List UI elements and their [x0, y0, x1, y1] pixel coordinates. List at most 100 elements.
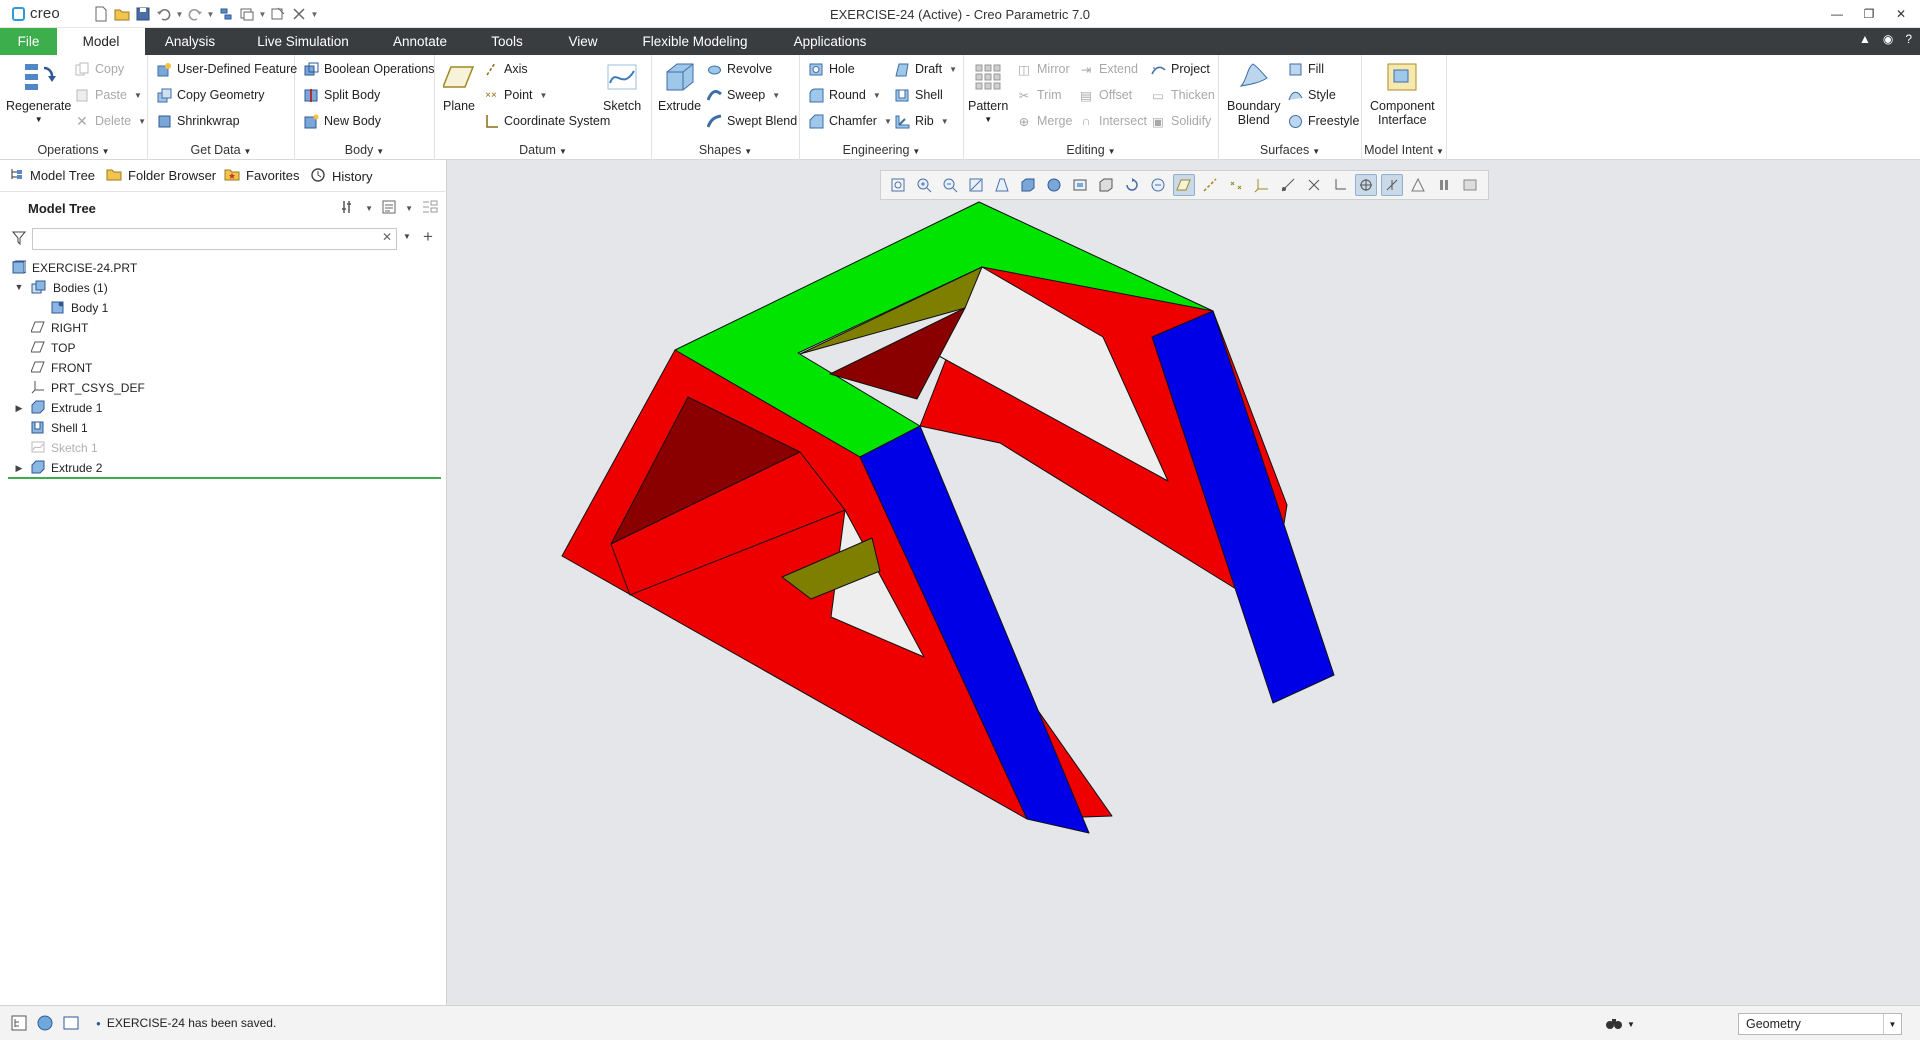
new-body-button[interactable]: New Body [303, 111, 381, 131]
nav-tab-folder-browser[interactable]: Folder Browser [106, 167, 216, 184]
get-data-group-label[interactable]: Get Data ▼ [148, 143, 294, 157]
freestyle-button[interactable]: Freestyle [1287, 111, 1359, 131]
sweep-button[interactable]: Sweep ▼ [706, 85, 780, 105]
paste-button[interactable]: Paste ▼ [74, 85, 142, 105]
search-commands-icon[interactable]: ◉ [1883, 32, 1893, 46]
expand-extrude-2-icon[interactable]: ▶ [14, 463, 24, 473]
windows-dropdown-icon[interactable]: ▼ [259, 5, 267, 23]
redo-dropdown-icon[interactable]: ▼ [207, 5, 215, 23]
plane-button[interactable]: Plane [441, 59, 477, 113]
surfaces-group-label[interactable]: Surfaces ▼ [1219, 143, 1361, 157]
nav-tab-favorites[interactable]: Favorites [224, 167, 299, 184]
tree-item-sketch-1[interactable]: Sketch 1 [31, 438, 98, 458]
chamfer-button[interactable]: Chamfer ▼ [808, 111, 892, 131]
tree-item-bodies[interactable]: Bodies (1) [31, 278, 108, 298]
undo-icon[interactable] [155, 5, 173, 23]
tree-item-shell-1[interactable]: Shell 1 [31, 418, 88, 438]
tree-item-extrude-2[interactable]: Extrude 2 [31, 458, 102, 478]
coordinate-system-button[interactable]: Coordinate System [483, 111, 610, 131]
csys-tag-icon[interactable] [1329, 174, 1351, 196]
minimize-ribbon-icon[interactable]: ▲ [1859, 32, 1871, 46]
merge-button[interactable]: ⊕ Merge [1016, 111, 1073, 131]
spin-center-display-icon[interactable] [1355, 174, 1377, 196]
swept-blend-button[interactable]: Swept Blend [706, 111, 797, 131]
zoom-in-icon[interactable] [913, 174, 935, 196]
extend-button[interactable]: ⇥ Extend [1078, 59, 1138, 79]
annotation-tag-icon[interactable] [1277, 174, 1299, 196]
selection-filter-dropdown-icon[interactable]: ▼ [1883, 1014, 1901, 1034]
undo-dropdown-icon[interactable]: ▼ [176, 5, 184, 23]
shell-button[interactable]: Shell [894, 85, 943, 105]
refit-icon[interactable] [887, 174, 909, 196]
close-window-icon[interactable] [269, 5, 287, 23]
show-navigator-icon[interactable] [10, 1014, 28, 1035]
tree-item-extrude-1[interactable]: Extrude 1 [31, 398, 102, 418]
close-icon[interactable]: ✕ [1890, 4, 1912, 24]
tree-item-front[interactable]: FRONT [30, 358, 92, 378]
redo-icon[interactable] [186, 5, 204, 23]
trim-button[interactable]: ✂ Trim [1016, 85, 1062, 105]
toolbar-customize-icon[interactable] [1459, 174, 1481, 196]
saved-orientations-icon[interactable] [1043, 174, 1065, 196]
tab-model[interactable]: Model [57, 28, 145, 55]
tab-live-simulation[interactable]: Live Simulation [243, 28, 363, 55]
3d-model[interactable] [447, 160, 1920, 1005]
customize-qat-icon[interactable]: ▼ [311, 5, 319, 23]
warning-display-icon[interactable] [1407, 174, 1429, 196]
tab-file[interactable]: File [0, 28, 57, 55]
pattern-button[interactable]: Pattern ▼ [968, 59, 1008, 127]
copy-geometry-button[interactable]: Copy Geometry [156, 85, 265, 105]
tree-settings-dropdown-icon[interactable]: ▼ [365, 204, 373, 213]
tab-annotate[interactable]: Annotate [380, 28, 460, 55]
tab-flexible-modeling[interactable]: Flexible Modeling [630, 28, 760, 55]
point-display-icon[interactable] [1225, 174, 1247, 196]
shapes-group-label[interactable]: Shapes ▼ [652, 143, 799, 157]
new-file-icon[interactable] [92, 5, 110, 23]
offset-button[interactable]: ▤ Offset [1078, 85, 1132, 105]
find-button[interactable]: ▼ [1598, 1013, 1642, 1035]
solidify-button[interactable]: ▣ Solidify [1150, 111, 1211, 131]
datum-display-filters-icon[interactable] [1381, 174, 1403, 196]
regenerate-button[interactable]: Regenerate ▼ [6, 59, 71, 127]
intersect-button[interactable]: ∩ Intersect [1078, 111, 1147, 131]
shrinkwrap-button[interactable]: Shrinkwrap [156, 111, 240, 131]
operations-group-label[interactable]: Operations ▼ [0, 143, 147, 157]
thicken-button[interactable]: ▭ Thicken [1150, 85, 1215, 105]
show-icon[interactable] [381, 199, 397, 218]
expand-extrude-1-icon[interactable]: ▶ [14, 403, 24, 413]
filter-icon[interactable] [11, 231, 27, 248]
spin-center-icon[interactable] [1121, 174, 1143, 196]
graphics-window[interactable] [447, 160, 1920, 1005]
regenerate-qat-icon[interactable] [217, 5, 235, 23]
axis-button[interactable]: Axis [483, 59, 528, 79]
boolean-operations-button[interactable]: Boolean Operations [303, 59, 435, 79]
appearance-icon[interactable] [1095, 174, 1117, 196]
udf-button[interactable]: User-Defined Feature [156, 59, 297, 79]
help-icon[interactable]: ? [1905, 32, 1912, 46]
split-body-button[interactable]: Split Body [303, 85, 380, 105]
body-group-label[interactable]: Body ▼ [295, 143, 434, 157]
find-dropdown-icon[interactable]: ▼ [1627, 1020, 1635, 1029]
tab-analysis[interactable]: Analysis [150, 28, 230, 55]
draft-button[interactable]: Draft ▼ [894, 59, 957, 79]
annotation-display-icon[interactable] [1147, 174, 1169, 196]
mirror-button[interactable]: ◫ Mirror [1016, 59, 1070, 79]
point-button[interactable]: ×× Point ▼ [483, 85, 547, 105]
delete-button[interactable]: ✕ Delete ▼ [74, 111, 146, 131]
show-browser-icon[interactable] [36, 1014, 54, 1035]
pattern-dropdown-icon[interactable]: ▼ [984, 113, 992, 127]
full-screen-icon[interactable] [62, 1014, 80, 1035]
display-style-icon[interactable] [1017, 174, 1039, 196]
tab-view[interactable]: View [553, 28, 613, 55]
tree-settings-icon[interactable] [341, 199, 357, 218]
nav-tab-history[interactable]: History [310, 167, 372, 186]
tree-item-csys[interactable]: PRT_CSYS_DEF [31, 378, 145, 398]
selection-filter-select[interactable]: Geometry ▼ [1738, 1013, 1902, 1035]
repaint-icon[interactable] [965, 174, 987, 196]
engineering-group-label[interactable]: Engineering ▼ [800, 143, 963, 157]
search-options-dropdown-icon[interactable]: ▼ [403, 232, 411, 241]
tree-item-top[interactable]: TOP [30, 338, 75, 358]
style-button[interactable]: Style [1287, 85, 1336, 105]
tree-item-right[interactable]: RIGHT [30, 318, 88, 338]
windows-icon[interactable] [238, 5, 256, 23]
